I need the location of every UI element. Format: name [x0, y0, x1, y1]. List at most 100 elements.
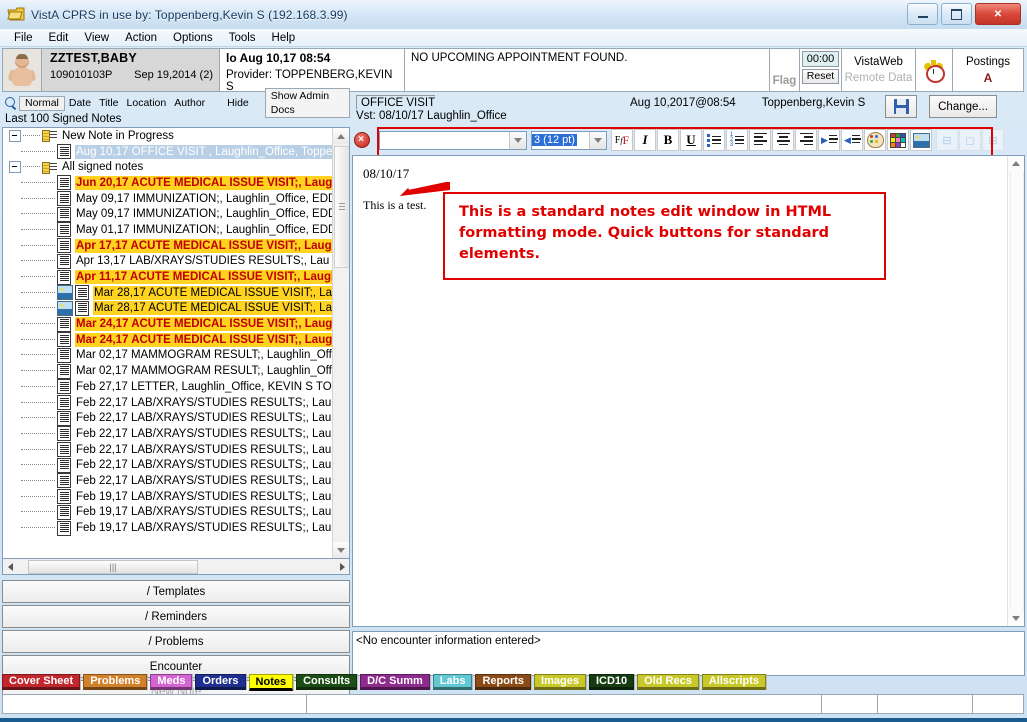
chart-tab-meds[interactable]: Meds	[150, 674, 193, 690]
scroll-down-button[interactable]	[333, 542, 349, 558]
scroll-right-button[interactable]	[335, 560, 349, 573]
timer-reset-button[interactable]: Reset	[802, 69, 839, 84]
chart-tab-reports[interactable]: Reports	[475, 674, 532, 690]
stop-icon[interactable]: ×	[354, 132, 370, 148]
change-button[interactable]: Change...	[929, 95, 997, 118]
table-button[interactable]	[887, 129, 909, 151]
bold-button[interactable]: B	[657, 129, 679, 151]
menu-help[interactable]: Help	[264, 31, 304, 45]
notes-tree-item[interactable]: Mar 24,17 ACUTE MEDICAL ISSUE VISIT;, La…	[3, 316, 333, 332]
chart-tab-images[interactable]: Images	[534, 674, 586, 690]
chart-tab-icd10[interactable]: ICD10	[588, 674, 635, 690]
hscrollbar-thumb[interactable]: |||	[28, 560, 198, 574]
encounter-info-box[interactable]: <No encounter information entered>	[352, 631, 1025, 676]
scroll-up-button[interactable]	[333, 128, 349, 144]
chart-tab-allscripts[interactable]: Allscripts	[701, 674, 766, 690]
patient-photo[interactable]	[2, 48, 42, 92]
menu-view[interactable]: View	[76, 31, 117, 45]
alarm-clock-button[interactable]	[916, 48, 953, 92]
notes-tree-item[interactable]: Apr 11,17 ACUTE MEDICAL ISSUE VISIT;, La…	[3, 269, 333, 285]
postings-button[interactable]: Postings A	[953, 48, 1024, 92]
chart-tab-orders[interactable]: Orders	[195, 674, 246, 690]
underline-button[interactable]: U	[680, 129, 702, 151]
notes-tree-scrollbar[interactable]	[332, 128, 349, 558]
collapse-toggle-icon[interactable]	[9, 161, 21, 174]
menu-options[interactable]: Options	[165, 31, 221, 45]
scrollbar-thumb[interactable]	[334, 146, 349, 268]
bullet-list-button[interactable]	[703, 129, 725, 151]
collapse-toggle-icon[interactable]	[9, 129, 21, 142]
maximize-button[interactable]	[941, 3, 972, 25]
font-family-select[interactable]	[379, 130, 527, 150]
notes-tree-item[interactable]: Feb 19,17 LAB/XRAYS/STUDIES RESULTS;, La…	[3, 489, 333, 505]
align-left-button[interactable]	[749, 129, 771, 151]
menu-edit[interactable]: Edit	[41, 31, 77, 45]
notes-action-button[interactable]: / Reminders	[2, 605, 350, 628]
notes-tree-item[interactable]: May 01,17 IMMUNIZATION;, Laughlin_Office…	[3, 222, 333, 238]
notes-tree-item[interactable]: Feb 22,17 LAB/XRAYS/STUDIES RESULTS;, La…	[3, 426, 333, 442]
close-button[interactable]: ✕	[975, 3, 1021, 25]
menu-tools[interactable]: Tools	[221, 31, 264, 45]
font-size-select[interactable]: 3 (12 pt)	[531, 130, 607, 150]
insert-image-button[interactable]	[910, 129, 932, 151]
notes-action-button[interactable]: / Templates	[2, 580, 350, 603]
notes-tree-group[interactable]: New Note in Progress	[3, 128, 333, 144]
sort-normal-button[interactable]: Normal	[19, 95, 65, 111]
chart-tab-notes[interactable]: Notes	[248, 674, 294, 691]
notes-tree-item[interactable]: Feb 22,17 LAB/XRAYS/STUDIES RESULTS;, La…	[3, 395, 333, 411]
chart-tab-old-recs[interactable]: Old Recs	[637, 674, 699, 690]
chart-tab-labs[interactable]: Labs	[432, 674, 473, 690]
save-button[interactable]	[885, 95, 918, 118]
notes-action-button[interactable]: / Problems	[2, 630, 350, 653]
sort-location-label[interactable]: Location	[123, 97, 171, 109]
chart-tab-cover-sheet[interactable]: Cover Sheet	[2, 674, 81, 690]
indent-decrease-button[interactable]: ◀	[841, 129, 863, 151]
notes-tree-item[interactable]: Aug 10,17 OFFICE VISIT , Laughlin_Office…	[3, 144, 333, 160]
notes-tree-item[interactable]: Feb 22,17 LAB/XRAYS/STUDIES RESULTS;, La…	[3, 410, 333, 426]
indent-increase-button[interactable]: ▶	[818, 129, 840, 151]
editor-scroll-down-button[interactable]	[1008, 611, 1024, 626]
notes-tree-hscrollbar[interactable]: |||	[2, 559, 350, 575]
notes-tree-item[interactable]: Jun 20,17 ACUTE MEDICAL ISSUE VISIT;, La…	[3, 175, 333, 191]
align-center-button[interactable]	[772, 129, 794, 151]
search-icon[interactable]	[4, 96, 17, 110]
font-size-icon[interactable]: FfF	[611, 129, 633, 151]
notes-tree-item[interactable]: Mar 02,17 MAMMOGRAM RESULT;, Laughlin_Of…	[3, 363, 333, 379]
minimize-button[interactable]	[907, 3, 938, 25]
flag-button[interactable]: Flag	[770, 48, 800, 92]
editor-scrollbar-track[interactable]	[1010, 172, 1024, 610]
notes-tree-group[interactable]: All signed notes	[3, 159, 333, 175]
notes-tree-item[interactable]: May 09,17 IMMUNIZATION;, Laughlin_Office…	[3, 206, 333, 222]
hide-label[interactable]: Hide	[227, 97, 249, 109]
chart-tab-problems[interactable]: Problems	[83, 674, 148, 690]
editor-scroll-up-button[interactable]	[1008, 156, 1024, 171]
patient-name-box[interactable]: ZZTEST,BABY 109010103P Sep 19,2014 (2)	[42, 48, 220, 92]
sort-author-label[interactable]: Author	[170, 97, 209, 109]
notes-tree-item[interactable]: Mar 28,17 ACUTE MEDICAL ISSUE VISIT;, La…	[3, 300, 333, 317]
menu-file[interactable]: File	[6, 31, 41, 45]
notes-tree-item[interactable]: Feb 19,17 LAB/XRAYS/STUDIES RESULTS;, La…	[3, 520, 333, 536]
notes-tree-item[interactable]: Feb 22,17 LAB/XRAYS/STUDIES RESULTS;, La…	[3, 457, 333, 473]
notes-tree-item[interactable]: Apr 13,17 LAB/XRAYS/STUDIES RESULTS;, La…	[3, 253, 333, 270]
notes-tree-item[interactable]: Feb 22,17 LAB/XRAYS/STUDIES RESULTS;, La…	[3, 442, 333, 458]
align-right-button[interactable]	[795, 129, 817, 151]
color-palette-button[interactable]	[864, 129, 886, 151]
menu-action[interactable]: Action	[117, 31, 165, 45]
note-editor[interactable]: 08/10/17 This is a test. This is a stand…	[352, 155, 1025, 627]
notes-tree-item[interactable]: Feb 22,17 LAB/XRAYS/STUDIES RESULTS;, La…	[3, 473, 333, 489]
italic-button[interactable]: I	[634, 129, 656, 151]
chart-tab-consults[interactable]: Consults	[296, 674, 358, 690]
notes-tree[interactable]: New Note in Progress Aug 10,17 OFFICE VIS…	[2, 127, 350, 559]
notes-tree-item[interactable]: May 09,17 IMMUNIZATION;, Laughlin_Office…	[3, 191, 333, 207]
sort-date-label[interactable]: Date	[65, 97, 95, 109]
notes-tree-item[interactable]: Mar 02,17 MAMMOGRAM RESULT;, Laughlin_Of…	[3, 347, 333, 364]
chart-tab-d-c-summ[interactable]: D/C Summ	[360, 674, 430, 690]
notes-tree-item[interactable]: Mar 24,17 ACUTE MEDICAL ISSUE VISIT;, La…	[3, 332, 333, 348]
notes-tree-item[interactable]: Feb 19,17 LAB/XRAYS/STUDIES RESULTS;, La…	[3, 504, 333, 521]
sort-title-label[interactable]: Title	[95, 97, 122, 109]
vistaweb-button[interactable]: VistaWeb	[854, 56, 903, 68]
editor-scrollbar[interactable]	[1007, 156, 1024, 626]
notes-tree-item[interactable]: Mar 28,17 ACUTE MEDICAL ISSUE VISIT;, La…	[3, 285, 333, 301]
notes-tree-item[interactable]: Feb 27,17 LETTER, Laughlin_Office, KEVIN…	[3, 379, 333, 395]
notes-tree-item[interactable]: Apr 17,17 ACUTE MEDICAL ISSUE VISIT;, La…	[3, 238, 333, 254]
